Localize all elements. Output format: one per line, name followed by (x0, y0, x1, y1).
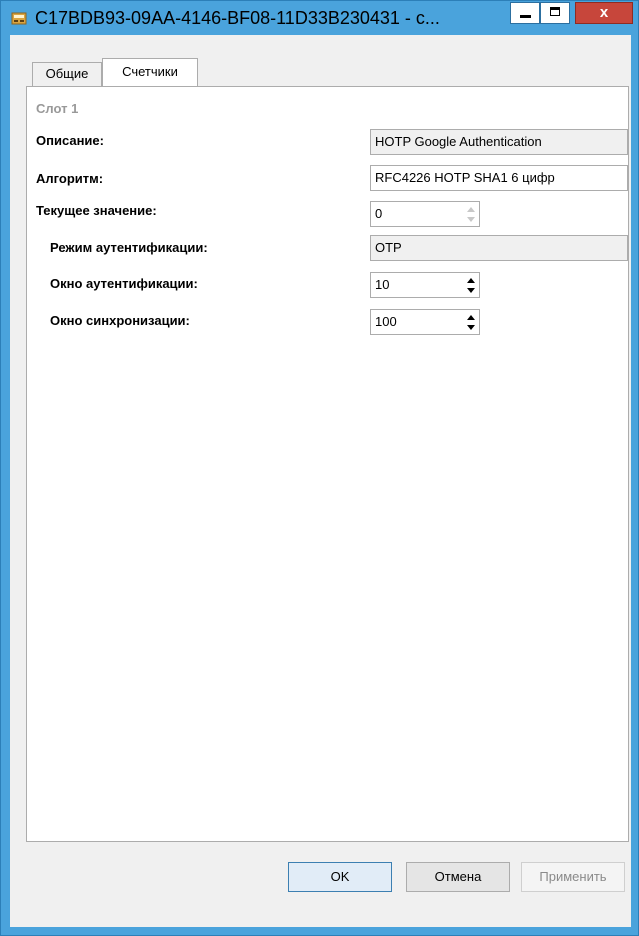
tab-general[interactable]: Общие (32, 62, 102, 86)
ok-button[interactable]: OK (288, 862, 392, 892)
tab-panel-counters: Слот 1 Описание: HOTP Google Authenticat… (26, 86, 629, 842)
spin-down-icon (467, 217, 475, 222)
auth-window-text[interactable]: 10 (375, 273, 389, 297)
apply-button[interactable]: Применить (521, 862, 625, 892)
current-value-text: 0 (375, 206, 383, 221)
minimize-button[interactable] (510, 2, 540, 24)
sync-window-stepper[interactable]: 100 (370, 309, 480, 335)
slot-title: Слот 1 (36, 101, 79, 116)
spin-up-icon (467, 207, 475, 212)
maximize-button[interactable] (540, 2, 570, 24)
sync-window-label: Окно синхронизации: (50, 313, 190, 328)
auth-window-stepper[interactable]: 10 (370, 272, 480, 298)
algorithm-label: Алгоритм: (36, 171, 104, 186)
cancel-button[interactable]: Отмена (406, 862, 510, 892)
close-button[interactable]: x (575, 2, 633, 24)
maximize-icon (550, 7, 560, 16)
current-value-stepper: 0 (370, 201, 480, 227)
spin-down-icon[interactable] (466, 323, 476, 333)
tab-counters[interactable]: Счетчики (102, 58, 198, 86)
description-label: Описание: (36, 133, 104, 148)
minimize-icon (520, 15, 531, 18)
dialog-client-area: Общие Счетчики Слот 1 Описание: HOTP Goo… (10, 35, 631, 927)
app-icon (11, 12, 27, 25)
tab-strip: Общие Счетчики (10, 35, 631, 89)
spin-up-icon[interactable] (466, 275, 476, 285)
algorithm-field[interactable]: RFC4226 HOTP SHA1 6 цифр (370, 165, 628, 191)
auth-mode-field: OTP (370, 235, 628, 261)
auth-mode-label: Режим аутентификации: (50, 240, 208, 255)
title-bar[interactable]: C17BDB93-09AA-4146-BF08-11D33B230431 - с… (1, 1, 638, 35)
spin-up-icon[interactable] (466, 312, 476, 322)
close-icon: x (599, 4, 609, 21)
sync-window-text[interactable]: 100 (375, 310, 397, 334)
window-title: C17BDB93-09AA-4146-BF08-11D33B230431 - с… (35, 8, 440, 28)
auth-window-label: Окно аутентификации: (50, 276, 198, 291)
dialog-window: C17BDB93-09AA-4146-BF08-11D33B230431 - с… (0, 0, 639, 936)
description-field: HOTP Google Authentication (370, 129, 628, 155)
current-value-label: Текущее значение: (36, 203, 157, 218)
spin-down-icon[interactable] (466, 286, 476, 296)
